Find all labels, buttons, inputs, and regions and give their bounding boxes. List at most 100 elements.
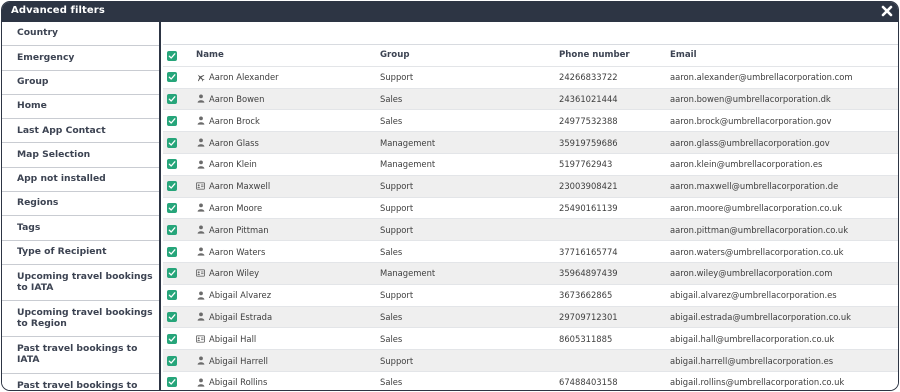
recipient-name: Aaron Maxwell: [209, 181, 271, 192]
table-row[interactable]: Aaron Pittman Support aaron.pittman@umbrel…: [163, 219, 898, 242]
person-icon: [196, 291, 205, 300]
recipient-name-cell: Aaron Klein: [196, 159, 257, 169]
row-checkbox[interactable]: [167, 377, 177, 388]
row-checkbox[interactable]: [167, 159, 177, 170]
recipient-email: aaron.pittman@umbrellacorporation.co.uk: [670, 224, 849, 235]
header-email[interactable]: Email: [670, 50, 697, 60]
dialog-title: Advanced filters: [11, 5, 105, 16]
recipient-phone: 23003908421: [559, 181, 618, 192]
recipient-name: Aaron Bowen: [209, 93, 265, 104]
recipient-group: Sales: [380, 311, 403, 322]
recipient-name: Aaron Pittman: [209, 224, 269, 235]
recipient-name: Aaron Alexander: [209, 72, 279, 83]
sidebar-filter-item[interactable]: Home: [2, 95, 159, 120]
sidebar-filter-item[interactable]: Tags: [2, 216, 159, 241]
recipient-name: Aaron Glass: [209, 137, 259, 148]
row-checkbox[interactable]: [167, 355, 177, 366]
recipient-email: abigail.alvarez@umbrellacorporation.es: [670, 290, 837, 301]
table-row[interactable]: Abigail Alvarez Support 3673662865 abigail.…: [163, 285, 898, 307]
recipient-phone: 35964897439: [559, 268, 618, 279]
header-phone[interactable]: Phone number: [559, 50, 630, 60]
recipient-phone: 29709712301: [559, 311, 618, 322]
table-row[interactable]: Abigail Hall Sales 8605311885 abigail.hall@…: [163, 328, 898, 351]
recipient-name-cell: Aaron Glass: [196, 138, 259, 148]
id-card-icon: [196, 182, 205, 191]
sidebar-filter-item[interactable]: Map Selection: [2, 143, 159, 168]
row-checkbox[interactable]: [167, 246, 177, 257]
recipient-name-cell: Abigail Harrell: [196, 356, 268, 366]
person-icon: [196, 203, 205, 213]
recipient-name-cell: Aaron Brock: [196, 116, 260, 126]
table-row[interactable]: Abigail Harrell Support abigail.harrell@um…: [163, 350, 898, 372]
table-row[interactable]: Aaron Waters Sales 37716165774 aaron.waters…: [163, 241, 898, 263]
recipient-email: aaron.klein@umbrellacorporation.es: [670, 159, 823, 170]
sidebar-filter-item[interactable]: App not installed: [2, 168, 159, 193]
recipient-name-cell: Aaron Maxwell: [196, 181, 270, 191]
table-row[interactable]: Aaron Brock Sales 24977532388 aaron.brock@u…: [163, 110, 898, 133]
sidebar-filter-item[interactable]: Type of Recipient: [2, 241, 159, 265]
recipient-phone: 37716165774: [559, 246, 618, 257]
recipient-group: Management: [380, 137, 436, 148]
recipient-email: aaron.waters@umbrellacorporation.co.uk: [670, 246, 844, 257]
recipient-phone: 8605311885: [559, 333, 613, 344]
person-icon: [196, 225, 205, 234]
table-row[interactable]: Aaron Moore Support 25490161139 aaron.moore…: [163, 198, 898, 220]
recipient-phone: 35919759686: [559, 137, 618, 148]
recipient-group: Sales: [380, 93, 403, 104]
recipient-group: Management: [380, 268, 436, 279]
header-name[interactable]: Name: [196, 50, 224, 60]
select-all-checkbox[interactable]: [167, 50, 177, 61]
close-icon[interactable]: [879, 3, 895, 19]
recipient-name-cell: Aaron Bowen: [196, 94, 264, 104]
table-row[interactable]: Aaron Alexander Support 24266833722 aaron.a…: [163, 67, 898, 89]
sidebar-filter-item[interactable]: Emergency: [2, 46, 159, 71]
table-row[interactable]: Aaron Glass Management 35919759686 aaron.gl…: [163, 132, 898, 154]
sidebar-filter-item[interactable]: Upcoming travel bookings to Region: [2, 301, 159, 338]
row-checkbox[interactable]: [167, 333, 177, 344]
recipient-email: aaron.brock@umbrellacorporation.gov: [670, 115, 832, 126]
table-row[interactable]: Abigail Rollins Sales 67488403158 abigail.r…: [163, 372, 898, 390]
sidebar-filter-item[interactable]: Past travel bookings to IATA: [2, 337, 159, 374]
sidebar-filter-item[interactable]: Last App Contact: [2, 119, 159, 144]
recipient-email: aaron.alexander@umbrellacorporation.com: [670, 72, 853, 83]
recipient-group: Support: [380, 72, 414, 83]
row-checkbox[interactable]: [167, 312, 177, 323]
row-checkbox[interactable]: [167, 115, 177, 126]
sidebar-filter-item[interactable]: Upcoming travel bookings to IATA: [2, 265, 159, 302]
recipient-name: Aaron Brock: [209, 115, 260, 126]
recipient-email: aaron.bowen@umbrellacorporation.dk: [670, 93, 831, 104]
recipient-email: abigail.harrell@umbrellacorporation.es: [670, 355, 834, 366]
row-checkbox[interactable]: [167, 290, 177, 301]
recipient-phone: 3673662865: [559, 290, 613, 301]
plane-icon: [196, 73, 205, 82]
recipient-email: aaron.maxwell@umbrellacorporation.de: [670, 181, 839, 192]
filter-sidebar: Country Emergency Group Home Last App Contac…: [2, 22, 161, 390]
row-checkbox[interactable]: [167, 94, 177, 105]
sidebar-filter-item[interactable]: Regions: [2, 192, 159, 217]
row-checkbox[interactable]: [167, 203, 177, 214]
recipient-phone: 24361021444: [559, 93, 618, 104]
row-checkbox[interactable]: [167, 181, 177, 192]
table-row[interactable]: Aaron Maxwell Support 23003908421 aaron.max…: [163, 175, 898, 198]
table-row[interactable]: Aaron Bowen Sales 24361021444 aaron.bowen@u…: [163, 88, 898, 111]
recipient-table: Name Group Phone number Email Aaron Alex…: [163, 22, 898, 390]
recipient-name-cell: Aaron Wiley: [196, 268, 259, 278]
table-row[interactable]: Abigail Estrada Sales 29709712301 abigail.e…: [163, 306, 898, 329]
person-icon: [196, 138, 205, 147]
sidebar-filter-item[interactable]: Group: [2, 71, 159, 95]
id-card-icon: [196, 269, 205, 278]
recipient-name: Aaron Klein: [209, 159, 257, 170]
table-row[interactable]: Aaron Klein Management 5197762943 aaron.kle…: [163, 154, 898, 176]
row-checkbox[interactable]: [167, 224, 177, 235]
recipient-phone: 67488403158: [559, 377, 618, 388]
header-group[interactable]: Group: [380, 50, 409, 60]
recipient-group: Sales: [380, 333, 403, 344]
row-checkbox[interactable]: [167, 137, 177, 148]
sidebar-filter-item[interactable]: Country: [2, 22, 159, 47]
recipient-name-cell: Abigail Alvarez: [196, 290, 271, 300]
sidebar-filter-item[interactable]: Past travel bookings to Region: [2, 374, 159, 390]
row-checkbox[interactable]: [167, 268, 177, 279]
table-row[interactable]: Aaron Wiley Management 35964897439 aaron.wi…: [163, 262, 898, 285]
recipient-name: Abigail Estrada: [209, 311, 273, 322]
row-checkbox[interactable]: [167, 72, 177, 83]
